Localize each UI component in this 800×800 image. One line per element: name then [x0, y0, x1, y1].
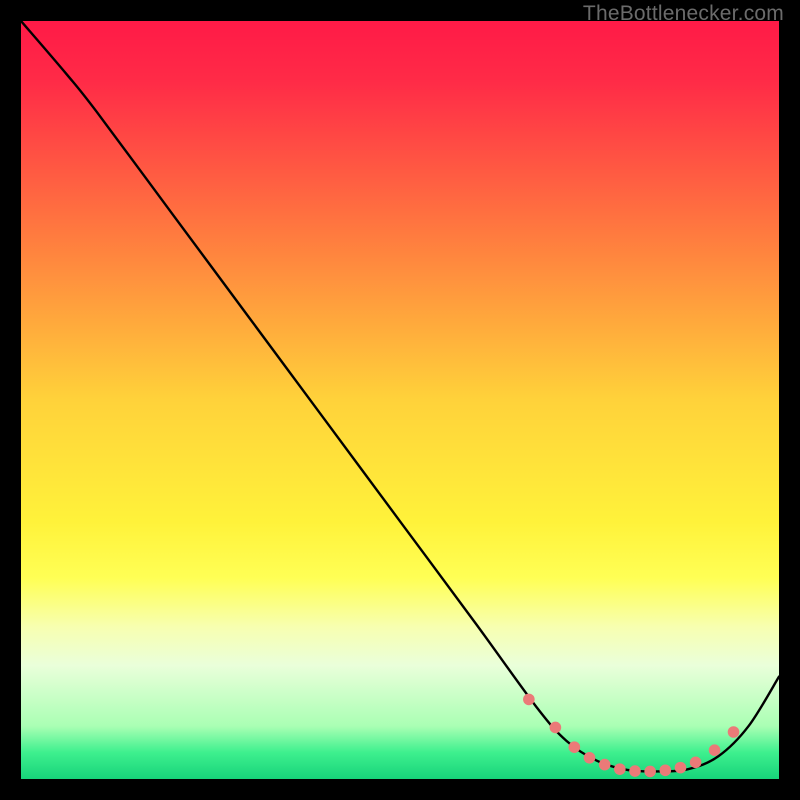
marker-dot: [660, 764, 672, 776]
gradient-background: [21, 21, 779, 779]
marker-dot: [644, 766, 656, 778]
marker-dot: [550, 722, 562, 734]
chart-svg: [21, 21, 779, 779]
marker-dot: [614, 763, 626, 775]
marker-dot: [709, 744, 721, 756]
marker-dot: [629, 765, 641, 777]
marker-dot: [584, 752, 596, 764]
marker-dot: [690, 757, 702, 769]
chart-stage: TheBottlenecker.com: [0, 0, 800, 800]
marker-dot: [675, 762, 687, 774]
marker-dot: [728, 726, 740, 738]
marker-dot: [523, 694, 535, 706]
marker-dot: [569, 741, 581, 753]
plot-area: [21, 21, 779, 779]
marker-dot: [599, 759, 611, 771]
